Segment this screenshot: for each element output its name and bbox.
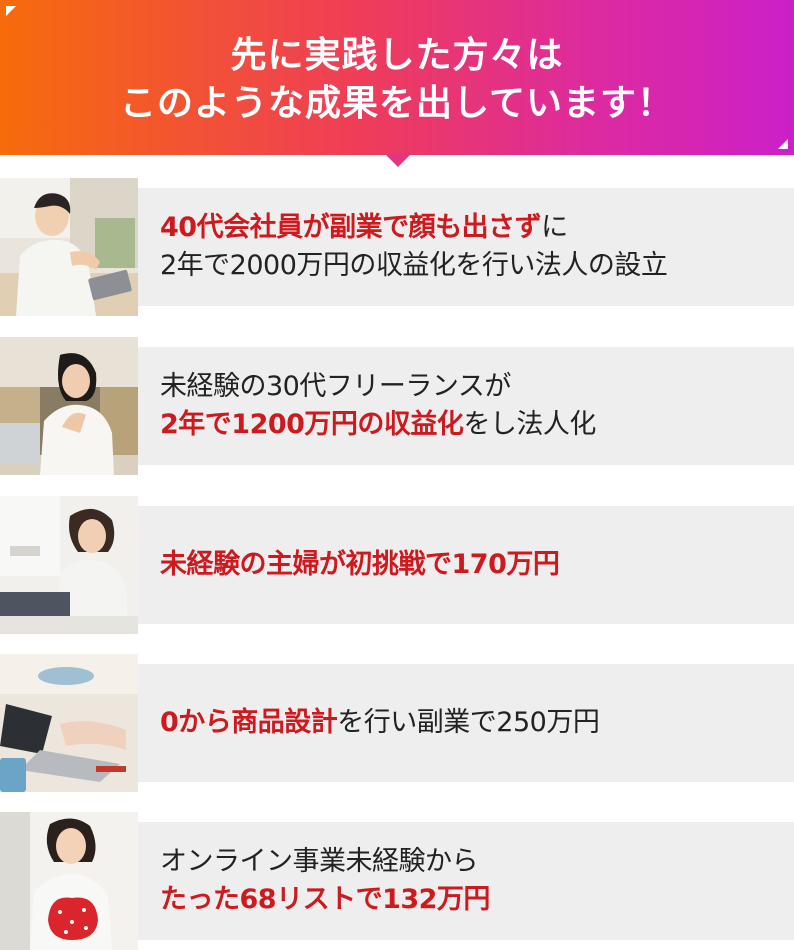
normal-text: オンライン事業未経験から (160, 846, 479, 877)
corner-triangle-bottom-right (778, 139, 788, 149)
result-text-line-1: オンライン事業未経験から (160, 843, 790, 881)
normal-text: 2年で2000万円の収益化を行い法人の設立 (160, 250, 668, 281)
result-item: オンライン事業未経験から たった68リストで132万円 (0, 812, 794, 950)
headline-banner: 先に実践した方々は このような成果を出しています！ (0, 0, 794, 167)
normal-text: をし法人化 (463, 409, 596, 440)
woman-smiling-at-desk-photo (0, 337, 138, 475)
normal-text: 未経験の30代フリーランスが (160, 371, 511, 402)
woman-holding-red-purse-photo (0, 812, 138, 950)
corner-triangle-top-left (6, 6, 16, 16)
highlight-text: 2年で1200万円の収益化 (160, 409, 464, 440)
hands-typing-on-laptop-photo (0, 654, 138, 792)
result-text-line-2: 2年で2000万円の収益化を行い法人の設立 (160, 247, 790, 285)
result-item: 未経験の30代フリーランスが 2年で1200万円の収益化をし法人化 (0, 337, 794, 475)
result-text: 40代会社員が副業で顔も出さずに 2年で2000万円の収益化を行い法人の設立 (160, 178, 790, 316)
normal-text: に (541, 212, 568, 243)
result-text-line-2: たった68リストで132万円 (160, 881, 790, 919)
result-text-line-1: 0から商品設計を行い副業で250万円 (160, 704, 790, 742)
result-text-line-1: 未経験の30代フリーランスが (160, 368, 790, 406)
banner-title: 先に実践した方々は このような成果を出しています！ (0, 32, 794, 128)
result-text: オンライン事業未経験から たった68リストで132万円 (160, 812, 790, 950)
result-text: 0から商品設計を行い副業で250万円 (160, 654, 790, 792)
result-text-line-2: 2年で1200万円の収益化をし法人化 (160, 406, 790, 444)
result-item: 未経験の主婦が初挑戦で170万円 (0, 496, 794, 634)
result-text-line-1: 未経験の主婦が初挑戦で170万円 (160, 546, 790, 584)
result-text: 未経験の30代フリーランスが 2年で1200万円の収益化をし法人化 (160, 337, 790, 475)
banner-title-line-1: 先に実践した方々は (230, 35, 564, 76)
banner-pointer-arrow (385, 154, 411, 167)
banner-title-line-2: このような成果を出しています！ (120, 83, 674, 124)
highlight-text: 40代会社員が副業で顔も出さず (160, 212, 542, 243)
highlight-text: たった68リストで132万円 (160, 884, 490, 915)
result-text: 未経験の主婦が初挑戦で170万円 (160, 496, 790, 634)
normal-text: を行い副業で250万円 (337, 707, 600, 738)
man-working-on-laptop-photo (0, 178, 138, 316)
result-text-line-1: 40代会社員が副業で顔も出さずに (160, 209, 790, 247)
highlight-text: 0から商品設計 (160, 707, 338, 738)
highlight-text: 未経験の主婦が初挑戦で170万円 (160, 549, 560, 580)
woman-using-laptop-photo (0, 496, 138, 634)
result-item: 40代会社員が副業で顔も出さずに 2年で2000万円の収益化を行い法人の設立 (0, 178, 794, 316)
result-item: 0から商品設計を行い副業で250万円 (0, 654, 794, 792)
